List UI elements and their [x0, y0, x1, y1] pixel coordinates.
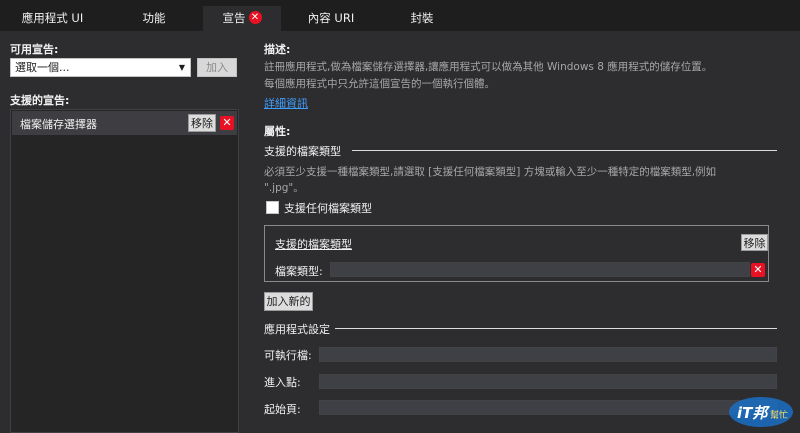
- description-title: 描述:: [264, 43, 291, 56]
- more-info-link[interactable]: 詳細資訊: [264, 95, 308, 111]
- file-type-label: 檔案類型:: [275, 265, 323, 278]
- description-line-2: 每個應用程式中只允許這個宣告的一個執行個體。: [264, 78, 495, 90]
- start-page-label: 起始頁:: [264, 403, 301, 416]
- section-divider: [352, 150, 777, 151]
- tab-declarations[interactable]: 宣告 ✕: [203, 6, 281, 33]
- tab-label: 內容 URI: [307, 10, 355, 25]
- section-divider: [335, 328, 777, 329]
- tab-application-ui[interactable]: 應用程式 UI: [0, 6, 105, 33]
- file-types-section-title: 支援的檔案類型: [264, 145, 341, 158]
- remove-declaration-button[interactable]: 移除: [188, 114, 216, 132]
- supported-declarations-label: 支援的宣告:: [10, 94, 70, 107]
- available-declarations-select[interactable]: 選取一個... ▼: [10, 58, 191, 77]
- tab-bar: 應用程式 UI 功能 宣告 ✕ 內容 URI 封裝: [0, 0, 800, 33]
- entry-point-input[interactable]: [319, 374, 777, 389]
- start-page-input[interactable]: [319, 400, 777, 415]
- error-icon: ✕: [248, 11, 262, 24]
- entry-point-label: 進入點:: [264, 376, 301, 389]
- error-icon: ✕: [751, 263, 765, 277]
- app-settings-section-title: 應用程式設定: [264, 323, 330, 336]
- remove-file-type-button[interactable]: 移除: [741, 234, 768, 251]
- ithome-logo: iT邦 幫忙: [728, 394, 794, 428]
- logo-icon: iT邦 幫忙: [729, 397, 793, 427]
- svg-text:iT邦: iT邦: [737, 404, 770, 422]
- error-icon: ✕: [220, 116, 234, 130]
- tab-content-uris[interactable]: 內容 URI: [281, 6, 381, 33]
- list-item-label: 檔案儲存選擇器: [20, 118, 97, 131]
- tab-label: 應用程式 UI: [21, 10, 84, 25]
- tab-label: 宣告: [222, 10, 246, 25]
- svg-text:幫忙: 幫忙: [770, 409, 788, 421]
- tab-label: 封裝: [410, 10, 434, 25]
- tab-packaging[interactable]: 封裝: [381, 6, 463, 33]
- executable-input[interactable]: [319, 347, 777, 362]
- executable-label: 可執行檔:: [264, 349, 312, 362]
- select-value: 選取一個...: [15, 61, 70, 74]
- file-types-hint-line-1: 必須至少支援一種檔案類型,請選取 [支援任何檔案類型] 方塊或輸入至少一種特定的…: [264, 166, 717, 178]
- list-item[interactable]: 檔案儲存選擇器 移除 ✕: [12, 111, 237, 135]
- add-new-button[interactable]: 加入新的: [264, 292, 313, 311]
- add-button[interactable]: 加入: [197, 58, 237, 77]
- any-file-type-checkbox[interactable]: [266, 201, 279, 214]
- supported-file-types-box: 支援的檔案類型 移除 檔案類型: ✕: [264, 225, 769, 282]
- file-types-hint-line-2: ".jpg"。: [264, 182, 304, 194]
- supported-declarations-list: 檔案儲存選擇器 移除 ✕: [10, 109, 239, 433]
- tab-label: 功能: [142, 10, 166, 25]
- box-title: 支援的檔案類型: [275, 238, 352, 251]
- file-type-input[interactable]: [330, 262, 750, 277]
- available-declarations-label: 可用宣告:: [10, 43, 59, 56]
- description-line-1: 註冊應用程式,做為檔案儲存選擇器,讓應用程式可以做為其他 Windows 8 應…: [264, 61, 713, 73]
- any-file-type-label: 支援任何檔案類型: [284, 202, 372, 215]
- properties-title: 屬性:: [264, 125, 291, 138]
- tab-capabilities[interactable]: 功能: [105, 6, 203, 33]
- chevron-down-icon: ▼: [178, 63, 185, 72]
